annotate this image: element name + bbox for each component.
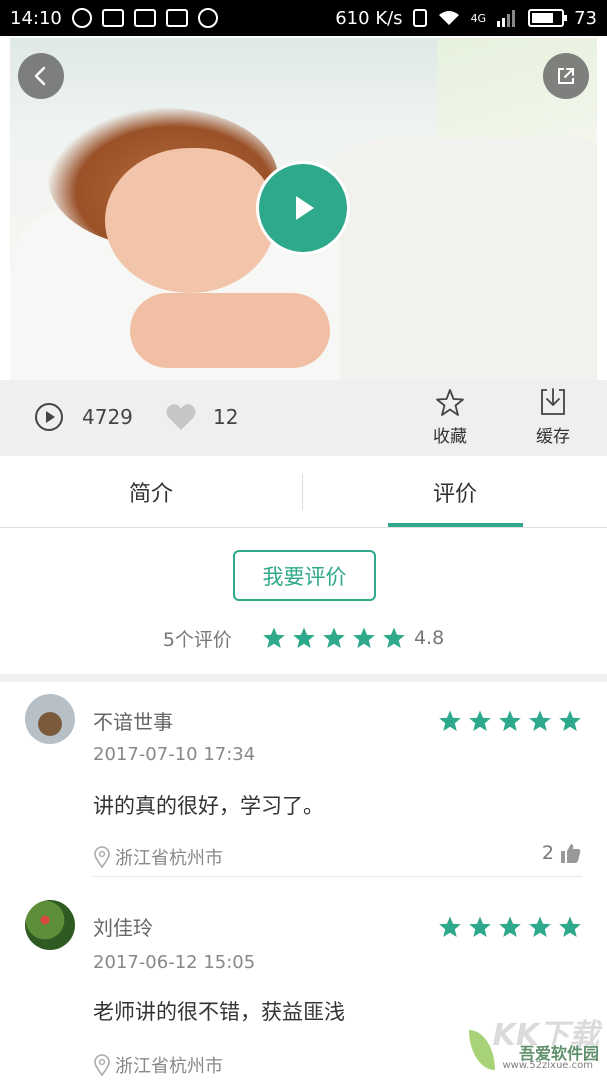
review-location: 浙江省杭州市: [93, 844, 223, 870]
hand: [130, 293, 330, 368]
collect-button[interactable]: 收藏: [433, 388, 467, 447]
like-count-value: 12: [213, 405, 239, 429]
download-label: 缓存: [536, 427, 570, 447]
section-gap: [0, 674, 607, 682]
site-watermark: KK下载 吾爱软件园 www.52zixue.com: [469, 1010, 599, 1072]
star-outline-icon: [436, 389, 464, 416]
avatar[interactable]: [25, 900, 75, 950]
star-icon: [499, 710, 521, 731]
download-button[interactable]: 缓存: [536, 386, 570, 447]
share-button[interactable]: [543, 53, 589, 99]
external-share-icon: [558, 68, 574, 84]
reviewer-name[interactable]: 不谙世事: [93, 706, 173, 735]
star-icon: [469, 710, 491, 731]
star-icon: [439, 710, 461, 731]
review-item: 不谙世事 2017-07-10 17:34 讲的真的很好，学习了。 浙江省杭州市…: [0, 682, 607, 882]
tab-bar: 简介 评价: [0, 456, 607, 528]
star-icon: [529, 916, 551, 937]
review-like-button[interactable]: 2: [542, 842, 582, 864]
play-circle-icon: [35, 403, 63, 431]
video-action-bar: 4729 12 收藏 缓存: [0, 380, 607, 456]
review-text: 讲的真的很好，学习了。: [93, 794, 324, 818]
image-icon: [133, 9, 156, 27]
star-icon: [263, 627, 285, 648]
review-time: 2017-06-12 15:05: [93, 952, 256, 973]
vibrate-icon: [412, 9, 427, 27]
status-bar: 14:10 610 K/s 4G 73: [0, 0, 607, 36]
chat-icon: [71, 8, 92, 28]
download-icon: [541, 388, 565, 415]
battery-percent: 73: [574, 7, 597, 29]
summary-stars: [262, 626, 406, 650]
face: [105, 148, 275, 293]
review-location-text: 浙江省杭州市: [115, 1056, 223, 1077]
write-review-button[interactable]: 我要评价: [233, 550, 376, 601]
leaf-logo-icon: [469, 1030, 495, 1070]
net-speed: 610 K/s: [335, 7, 403, 29]
tab-reviews[interactable]: 评价: [303, 456, 607, 528]
heart-icon: [166, 404, 196, 430]
avatar[interactable]: [25, 694, 75, 744]
star-icon: [353, 627, 375, 648]
star-icon: [469, 916, 491, 937]
review-divider: [93, 876, 582, 877]
review-time: 2017-07-10 17:34: [93, 744, 256, 765]
status-time: 14:10: [10, 7, 62, 29]
tab-active-indicator: [388, 523, 523, 527]
star-icon: [293, 627, 315, 648]
watermark-url: www.52zixue.com: [502, 1060, 594, 1071]
signal-icon: [497, 10, 516, 27]
play-button[interactable]: [256, 161, 350, 255]
review-stars: [438, 709, 582, 733]
back-button[interactable]: [18, 53, 64, 99]
star-icon: [529, 710, 551, 731]
review-stars: [438, 915, 582, 939]
play-count: 4729: [34, 402, 133, 432]
star-icon: [559, 916, 581, 937]
star-icon: [323, 627, 345, 648]
wifi-icon: [438, 11, 459, 25]
review-summary: 5个评价 4.8: [0, 620, 607, 656]
battery-icon: [528, 9, 568, 27]
duvet: [310, 138, 597, 380]
play-count-value: 4729: [82, 405, 133, 429]
network-type: 4G: [470, 11, 487, 25]
tab-reviews-label: 评价: [432, 482, 477, 507]
location-pin-icon: [94, 846, 110, 868]
like-count[interactable]: 12: [165, 402, 238, 432]
video-player[interactable]: [10, 38, 597, 380]
play-icon: [296, 196, 314, 220]
tab-intro-label: 简介: [128, 482, 173, 507]
alipay-icon: [101, 9, 124, 27]
reviewer-name[interactable]: 刘佳玲: [93, 912, 153, 941]
review-location: 浙江省杭州市: [93, 1052, 223, 1078]
star-icon: [383, 627, 405, 648]
review-location-text: 浙江省杭州市: [115, 848, 223, 869]
location-pin-icon: [94, 1054, 110, 1076]
star-icon: [499, 916, 521, 937]
average-rating: 4.8: [413, 627, 445, 649]
tab-intro[interactable]: 简介: [0, 456, 302, 528]
review-text: 老师讲的很不错，获益匪浅: [93, 1000, 345, 1024]
news-icon: [165, 9, 188, 27]
review-like-count: 2: [541, 842, 554, 864]
review-count: 5个评价: [162, 628, 232, 651]
star-icon: [559, 710, 581, 731]
thumbs-up-icon: [561, 844, 581, 863]
star-icon: [439, 916, 461, 937]
chevron-left-icon: [34, 66, 46, 86]
block-icon: [197, 8, 218, 28]
collect-label: 收藏: [433, 427, 467, 447]
